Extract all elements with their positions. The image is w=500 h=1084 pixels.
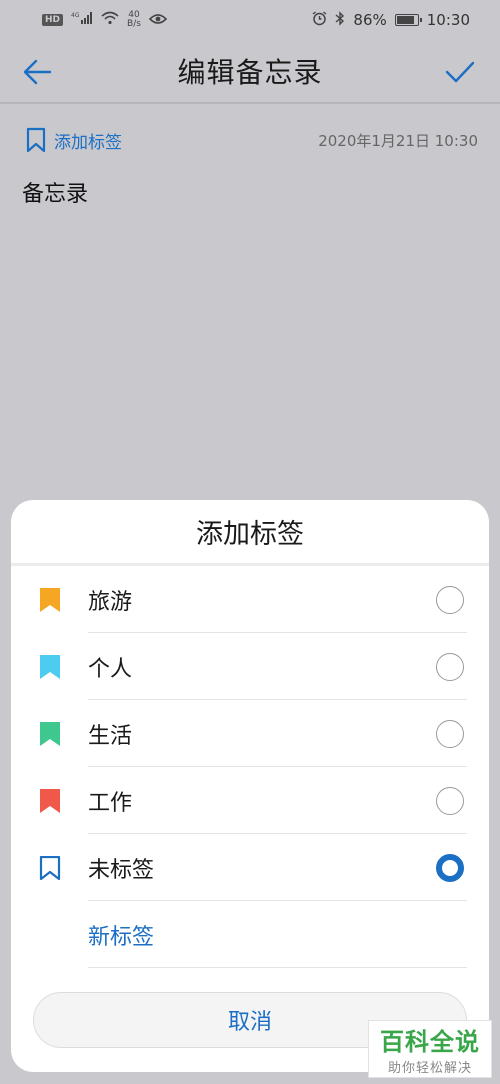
add-tag-link[interactable]: 添加标签 — [26, 127, 122, 153]
bookmark-icon — [40, 655, 60, 679]
confirm-button[interactable] — [444, 56, 476, 88]
tag-radio[interactable] — [436, 585, 464, 614]
page-title: 编辑备忘录 — [177, 56, 323, 89]
battery-percent: 86% — [353, 11, 387, 29]
divider — [88, 967, 467, 968]
bluetooth-icon — [335, 10, 345, 30]
tag-radio[interactable] — [436, 786, 464, 815]
check-icon — [445, 61, 475, 83]
status-bar-left: HD 4G 40 B/s — [42, 11, 168, 29]
tag-label: 旅游 — [88, 589, 133, 615]
svg-text:4G: 4G — [71, 12, 80, 19]
tag-item-untagged[interactable]: 未标签 — [11, 834, 489, 901]
sheet-title: 添加标签 — [11, 500, 489, 566]
tag-item-work[interactable]: 工作 — [11, 767, 489, 834]
battery-fill — [396, 16, 414, 24]
hd-badge: HD — [42, 14, 64, 26]
alarm-icon — [312, 10, 327, 30]
net-speed-unit: B/s — [127, 19, 141, 29]
watermark-title: 百科全说 — [380, 1028, 480, 1056]
tag-item-life[interactable]: 生活 — [11, 700, 489, 767]
note-body[interactable]: 备忘录 — [22, 176, 88, 208]
new-tag-label: 新标签 — [88, 924, 155, 950]
clock: 10:30 — [426, 11, 470, 29]
new-tag-item[interactable]: 新标签 — [11, 901, 489, 968]
status-bar: HD 4G 40 B/s 86% 10:30 — [0, 0, 500, 40]
tag-label: 生活 — [88, 723, 133, 749]
tag-label: 个人 — [88, 656, 133, 682]
arrow-left-icon — [23, 59, 52, 85]
wifi-icon — [101, 11, 119, 29]
note-date: 2020年1月21日 10:30 — [318, 131, 478, 150]
tag-radio[interactable] — [436, 853, 464, 882]
bookmark-icon — [40, 722, 60, 746]
back-button[interactable] — [22, 56, 54, 88]
add-tag-label: 添加标签 — [54, 132, 122, 153]
tag-list: 旅游 个人 生活 工作 未标签 新标签 — [11, 566, 489, 968]
battery-icon — [394, 14, 422, 26]
tag-label: 工作 — [88, 790, 133, 816]
bookmark-icon — [40, 588, 60, 612]
tag-item-personal[interactable]: 个人 — [11, 633, 489, 700]
tag-radio[interactable] — [436, 719, 464, 748]
net-speed: 40 B/s — [127, 11, 141, 29]
eye-icon — [148, 11, 168, 29]
bookmark-icon — [40, 789, 60, 813]
tag-item-travel[interactable]: 旅游 — [11, 566, 489, 633]
tag-radio[interactable] — [436, 652, 464, 681]
watermark-subtitle: 助你轻松解决 — [387, 1061, 472, 1076]
note-meta-row: 添加标签 2020年1月21日 10:30 — [0, 122, 500, 158]
tag-label: 未标签 — [88, 857, 155, 883]
title-bar: 编辑备忘录 — [0, 40, 500, 104]
signal-4g-icon: 4G — [71, 11, 93, 29]
bookmark-outline-icon — [26, 127, 46, 153]
watermark-logo: 百科全说 助你轻松解决 — [368, 1020, 492, 1078]
tag-sheet: 添加标签 旅游 个人 生活 工作 未标签 新标签 取消 — [11, 500, 489, 1072]
status-bar-right: 86% 10:30 — [312, 10, 470, 30]
bookmark-outline-icon — [39, 856, 61, 880]
